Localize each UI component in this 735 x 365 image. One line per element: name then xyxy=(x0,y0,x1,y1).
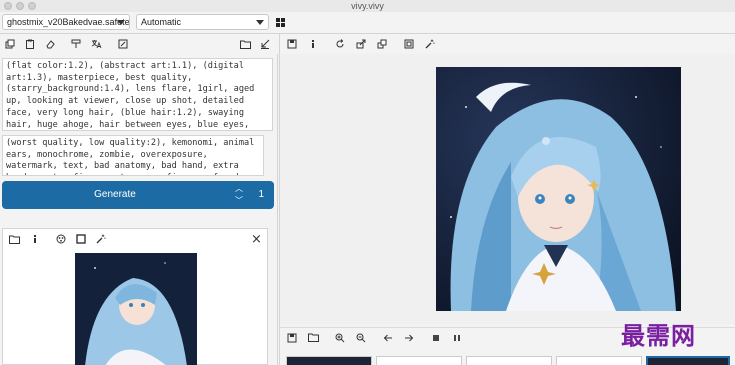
image-count: 1 xyxy=(258,189,264,200)
generate-button[interactable]: Generate ︿ ﹀ 1 xyxy=(2,181,274,209)
stop-icon[interactable] xyxy=(428,330,444,346)
thumbnail[interactable] xyxy=(466,356,552,365)
sampler-select-value: Automatic xyxy=(141,17,182,27)
window-title: vivy.vivy xyxy=(351,1,384,11)
pause-icon[interactable] xyxy=(449,330,465,346)
chevron-down-icon xyxy=(117,20,125,25)
grid-view-icon[interactable] xyxy=(276,18,285,27)
thumbnail[interactable] xyxy=(286,356,372,365)
chevron-up-icon[interactable]: ︿ xyxy=(234,184,244,194)
format-paint-icon[interactable] xyxy=(69,36,84,52)
thumbnail[interactable] xyxy=(556,356,642,365)
zoom-out-icon[interactable] xyxy=(353,330,369,346)
share-icon[interactable] xyxy=(353,36,369,52)
thumbnail-strip xyxy=(280,352,735,365)
copy-icon[interactable] xyxy=(2,36,17,52)
positive-prompt-input[interactable]: (flat color:1.2), (abstract art:1.1), (d… xyxy=(2,58,273,131)
count-stepper[interactable]: ︿ ﹀ xyxy=(234,184,244,206)
stop-icon[interactable] xyxy=(73,231,88,247)
image-canvas xyxy=(280,54,735,324)
crop-icon[interactable] xyxy=(401,36,417,52)
negative-prompt-input[interactable]: (worst quality, low quality:2), kemonomi… xyxy=(2,135,264,176)
palette-icon[interactable] xyxy=(53,231,68,247)
save-icon[interactable] xyxy=(284,36,300,52)
generate-button-label: Generate xyxy=(94,189,136,200)
translate-icon[interactable] xyxy=(89,36,104,52)
model-select[interactable]: ghostmix_v20Bakedvae.safetens xyxy=(2,14,130,30)
app-window: vivy.vivy ghostmix_v20Bakedvae.safetens … xyxy=(0,0,735,365)
magic-wand-icon[interactable] xyxy=(422,36,438,52)
eraser-icon[interactable] xyxy=(43,36,58,52)
preview-thumbnail[interactable] xyxy=(75,253,197,365)
info-icon[interactable] xyxy=(27,231,42,247)
thumbnail-selected[interactable] xyxy=(646,356,730,365)
preview-toolbar: × xyxy=(7,229,269,249)
close-icon[interactable]: × xyxy=(249,231,264,247)
rotate-icon[interactable] xyxy=(332,36,348,52)
paste-icon[interactable] xyxy=(22,36,37,52)
arrow-left-icon[interactable] xyxy=(380,330,396,346)
save-icon[interactable] xyxy=(284,330,300,346)
preview-panel: × xyxy=(2,228,268,365)
layers-icon[interactable] xyxy=(374,36,390,52)
thumbnail[interactable] xyxy=(376,356,462,365)
folder-icon[interactable] xyxy=(238,36,253,52)
folder-icon[interactable] xyxy=(7,231,22,247)
arrow-down-left-icon[interactable] xyxy=(258,36,273,52)
info-icon[interactable] xyxy=(305,36,321,52)
generated-image[interactable] xyxy=(436,67,681,311)
chevron-down-icon xyxy=(256,20,264,25)
sampler-select[interactable]: Automatic xyxy=(136,14,269,30)
image-toolbar xyxy=(280,34,735,54)
chevron-down-icon[interactable]: ﹀ xyxy=(234,196,244,206)
zoom-in-icon[interactable] xyxy=(332,330,348,346)
edit-icon[interactable] xyxy=(115,36,130,52)
magic-wand-icon[interactable] xyxy=(93,231,108,247)
arrow-right-icon[interactable] xyxy=(401,330,417,346)
model-select-value: ghostmix_v20Bakedvae.safetens xyxy=(7,17,130,27)
prompt-toolbar xyxy=(2,34,278,54)
model-bar: ghostmix_v20Bakedvae.safetens Automatic xyxy=(0,12,735,32)
title-bar: vivy.vivy xyxy=(0,0,735,12)
folder-icon[interactable] xyxy=(305,330,321,346)
watermark-logo: 最需网 xyxy=(621,321,696,350)
